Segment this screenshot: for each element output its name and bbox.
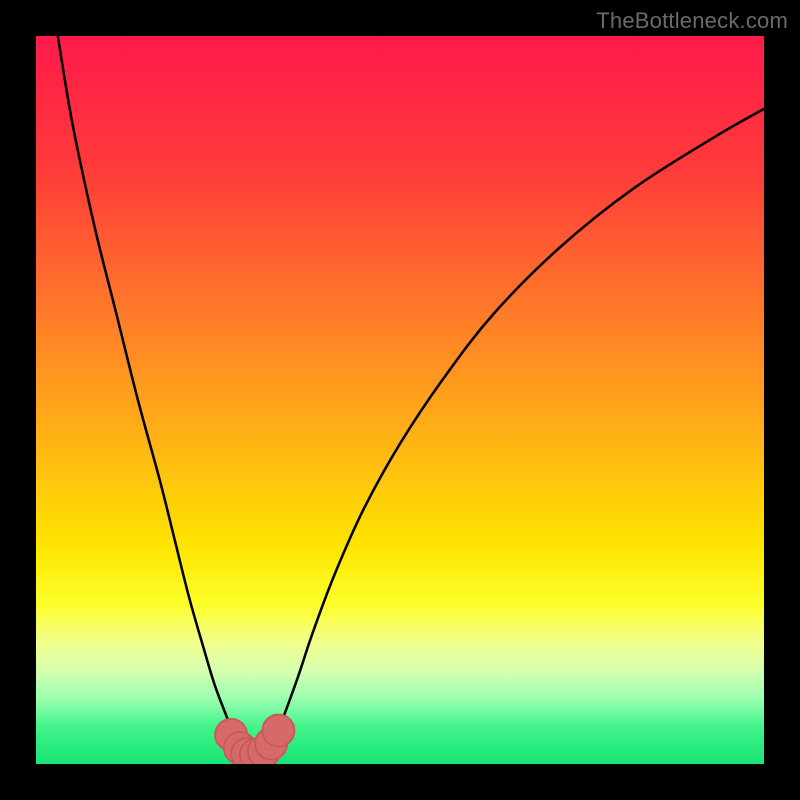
watermark-text: TheBottleneck.com <box>596 8 788 34</box>
curve-markers <box>215 714 294 764</box>
curve-layer <box>36 36 764 764</box>
chart-frame: TheBottleneck.com <box>0 0 800 800</box>
curve-marker <box>262 714 294 746</box>
bottleneck-curve <box>58 36 764 755</box>
plot-area <box>36 36 764 764</box>
